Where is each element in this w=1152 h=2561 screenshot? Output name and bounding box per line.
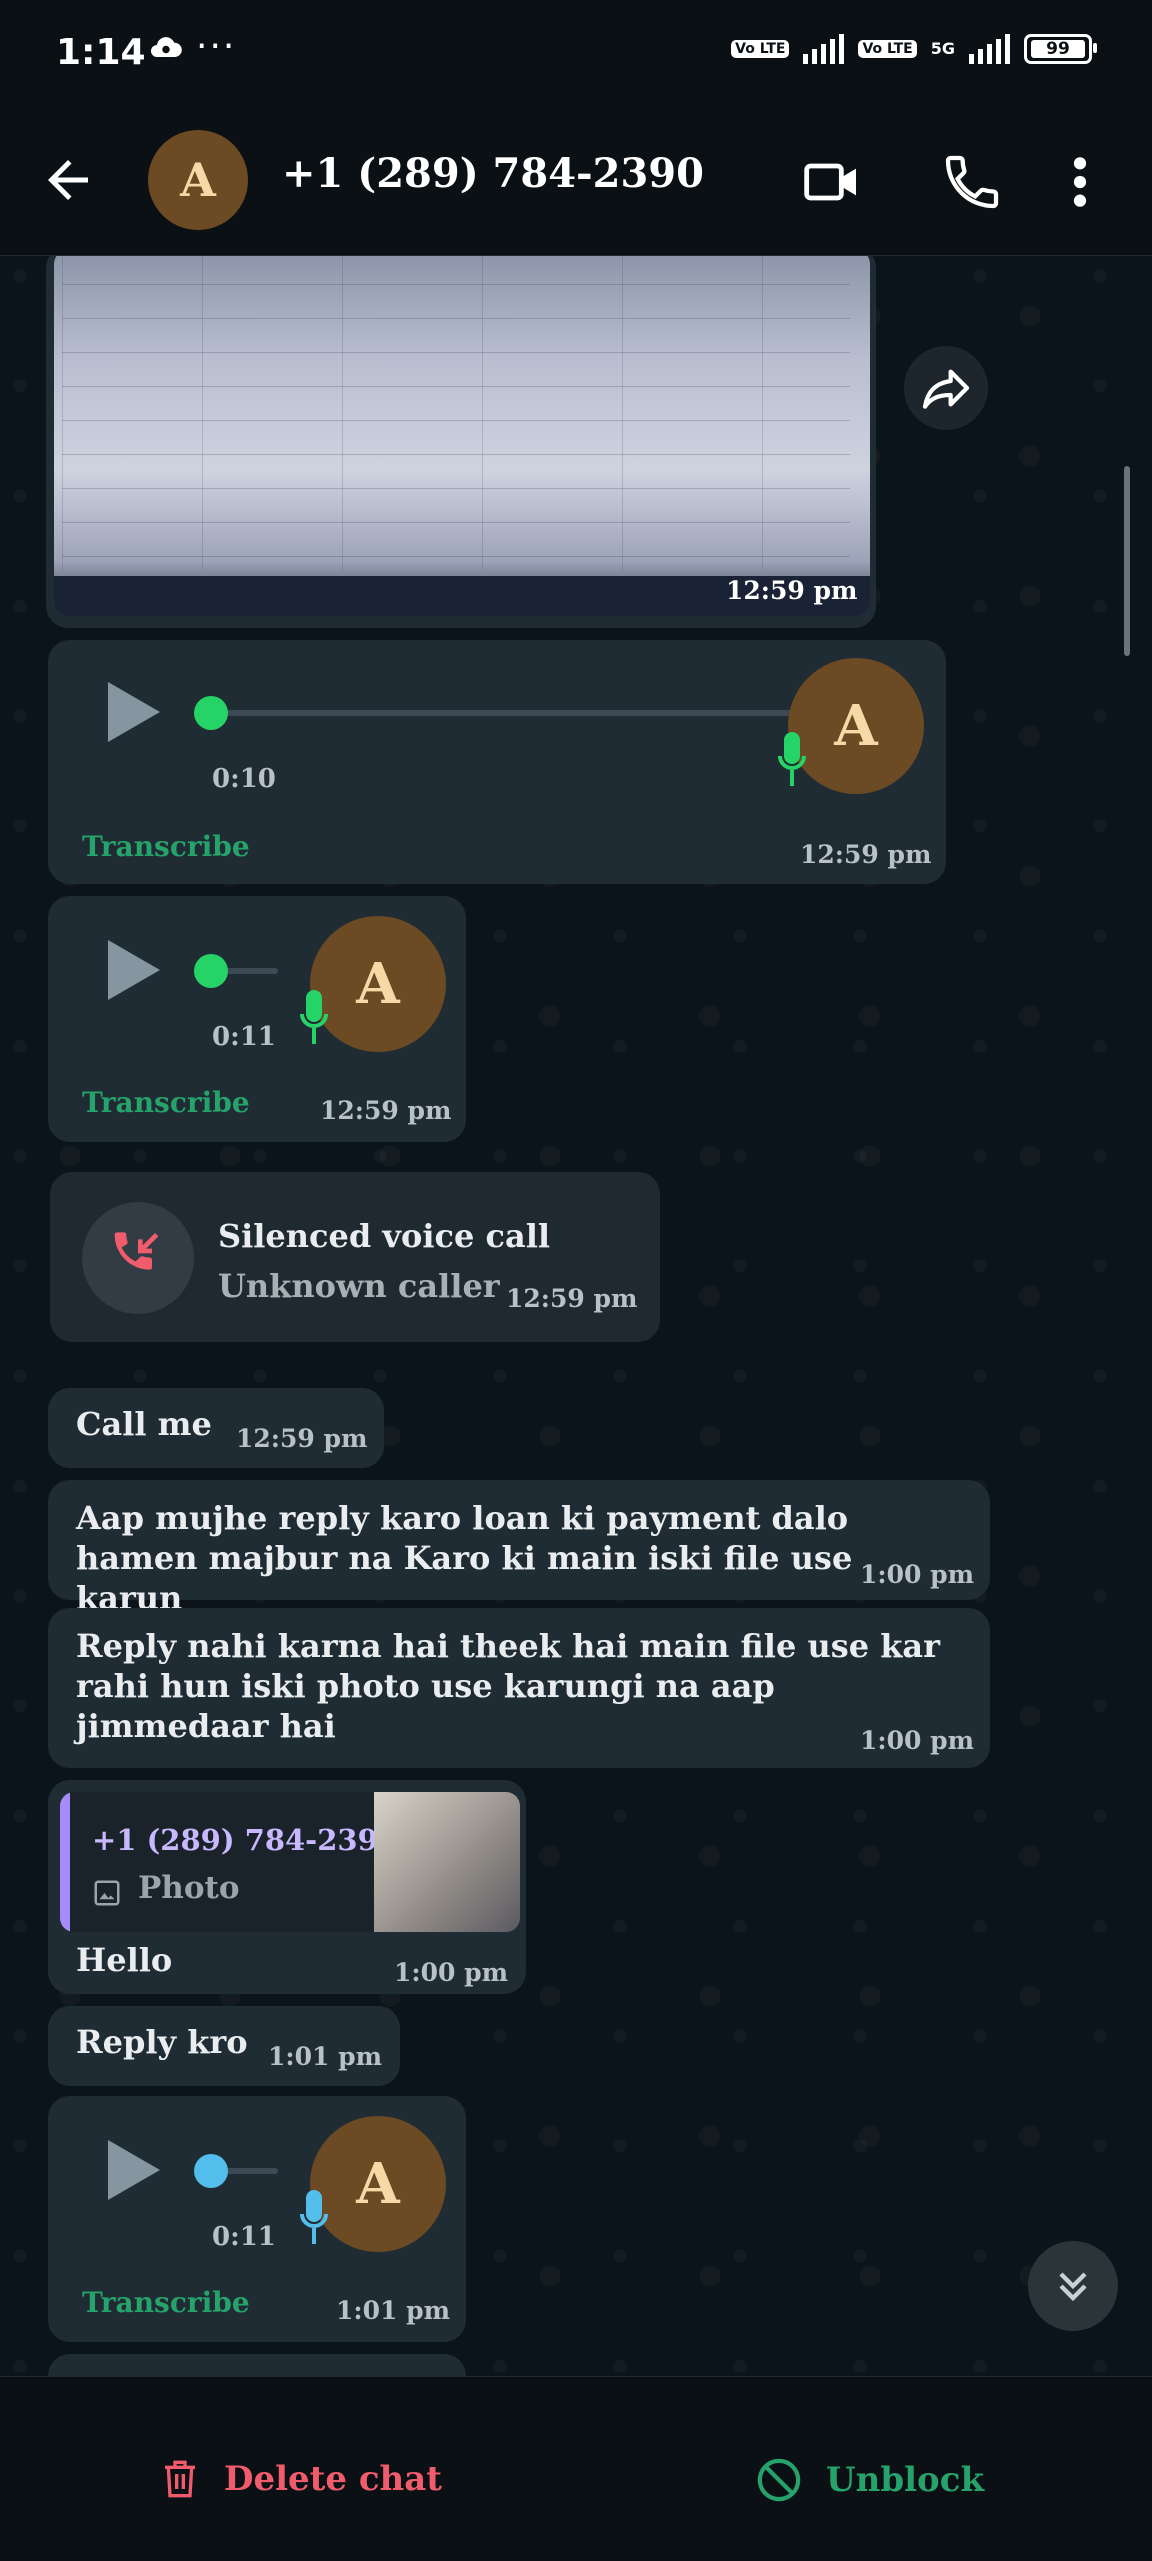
audio-progress-knob[interactable] [194, 696, 228, 730]
scroll-to-bottom-button[interactable] [1028, 2241, 1118, 2331]
contact-avatar[interactable]: A [148, 130, 248, 230]
unblock-label: Unblock [826, 2460, 984, 2500]
message-time: 1:01 pm [268, 2042, 383, 2071]
text-message[interactable]: Reply kro 1:01 pm [48, 2006, 400, 2086]
double-chevron-down-icon [1059, 2272, 1087, 2302]
transcribe-link[interactable]: Transcribe [82, 830, 250, 863]
battery-icon: 99 [1024, 34, 1097, 64]
quoted-sender: +1 (289) 784-2390 [92, 1823, 398, 1857]
audio-progress-knob[interactable] [194, 954, 228, 988]
text-message[interactable]: Call me 12:59 pm [48, 1388, 384, 1468]
message-time: 1:00 pm [394, 1958, 509, 1987]
photo-thumbnail[interactable] [54, 256, 870, 616]
message-time: 12:59 pm [320, 1096, 452, 1125]
message-time: 12:59 pm [800, 840, 932, 869]
microphone-icon [300, 990, 328, 1050]
message-time: 12:59 pm [236, 1424, 368, 1453]
voice-duration: 0:11 [212, 1022, 276, 1052]
chat-header: A +1 (289) 784-2390 [0, 110, 1152, 256]
microphone-icon [300, 2190, 328, 2250]
contact-name[interactable]: +1 (289) 784-2390 [282, 150, 704, 197]
silenced-call-message[interactable]: Silenced voice call Unknown caller 12:59… [50, 1172, 660, 1342]
transcribe-link[interactable]: Transcribe [82, 2286, 250, 2319]
voice-message: 0:11 A Transcribe 12:59 pm [48, 896, 466, 1142]
photo-message[interactable]: 12:59 pm [46, 256, 876, 628]
call-subtitle: Unknown caller [218, 1267, 500, 1305]
volte-badge-2: Vo LTE [858, 40, 917, 58]
forward-icon[interactable] [904, 346, 988, 430]
message-text: Call me [76, 1405, 212, 1443]
text-message[interactable]: Reply nahi karna hai theek hai main file… [48, 1608, 990, 1768]
network-type: 5G [930, 39, 955, 58]
delete-chat-button[interactable]: Delete chat [160, 2457, 442, 2501]
trash-icon [165, 2460, 195, 2498]
message-time: 1:00 pm [860, 1726, 975, 1755]
play-icon[interactable] [108, 682, 160, 742]
volte-badge-1: Vo LTE [731, 40, 790, 58]
quoted-message[interactable]: +1 (289) 784-2390 Photo [60, 1792, 520, 1932]
chat-area[interactable]: 12:59 pm 0:10 A Transcribe 12:59 pm 0:11… [0, 256, 1152, 2376]
status-time: 1:14 [56, 32, 146, 73]
voice-message: 0:10 A Transcribe 12:59 pm [48, 640, 946, 884]
signal-icon-1 [803, 34, 845, 64]
play-icon[interactable] [108, 940, 160, 1000]
microphone-icon [778, 732, 806, 792]
back-arrow-icon[interactable] [38, 150, 98, 210]
status-bar: 1:14 ··· Vo LTE Vo LTE 5G 99 [0, 0, 1152, 110]
message-time: 12:59 pm [506, 1284, 638, 1313]
cloud-sync-icon [148, 30, 184, 75]
voice-message [48, 2354, 466, 2376]
audio-progress-track[interactable] [208, 710, 808, 716]
scrollbar[interactable] [1124, 466, 1130, 656]
block-icon [757, 2458, 801, 2502]
voice-message: 0:11 A Transcribe 1:01 pm [48, 2096, 466, 2342]
quoted-type: Photo [138, 1870, 240, 1906]
message-text: Hello [76, 1941, 173, 1979]
unblock-button[interactable]: Unblock [756, 2457, 984, 2503]
blocked-contact-actions: Delete chat Unblock [0, 2376, 1152, 2561]
call-title: Silenced voice call [218, 1217, 551, 1255]
message-time: 12:59 pm [726, 576, 858, 605]
sender-avatar: A [788, 658, 924, 794]
reply-message[interactable]: +1 (289) 784-2390 Photo Hello 1:00 pm [48, 1780, 526, 1994]
message-text: Reply nahi karna hai theek hai main file… [76, 1627, 940, 1745]
quoted-photo-thumbnail [374, 1792, 520, 1932]
more-options-icon[interactable] [1060, 150, 1100, 214]
message-text: Reply kro [76, 2023, 248, 2061]
play-icon[interactable] [108, 2140, 160, 2200]
sender-avatar: A [310, 2116, 446, 2252]
image-icon [92, 1878, 122, 1912]
message-text: Aap mujhe reply karo loan ki payment dal… [76, 1499, 853, 1617]
message-time: 1:00 pm [860, 1560, 975, 1589]
voice-duration: 0:10 [212, 764, 276, 794]
signal-icon-2 [969, 34, 1010, 64]
audio-progress-knob[interactable] [194, 2154, 228, 2188]
transcribe-link[interactable]: Transcribe [82, 1086, 250, 1119]
delete-chat-label: Delete chat [224, 2459, 442, 2499]
voice-duration: 0:11 [212, 2222, 276, 2252]
missed-call-icon [82, 1202, 194, 1314]
sender-avatar: A [310, 916, 446, 1052]
text-message[interactable]: Aap mujhe reply karo loan ki payment dal… [48, 1480, 990, 1617]
message-time: 1:01 pm [336, 2296, 451, 2325]
video-call-icon[interactable] [800, 150, 864, 214]
voice-call-icon[interactable] [940, 150, 1004, 214]
more-notifications-indicator: ··· [196, 26, 237, 67]
